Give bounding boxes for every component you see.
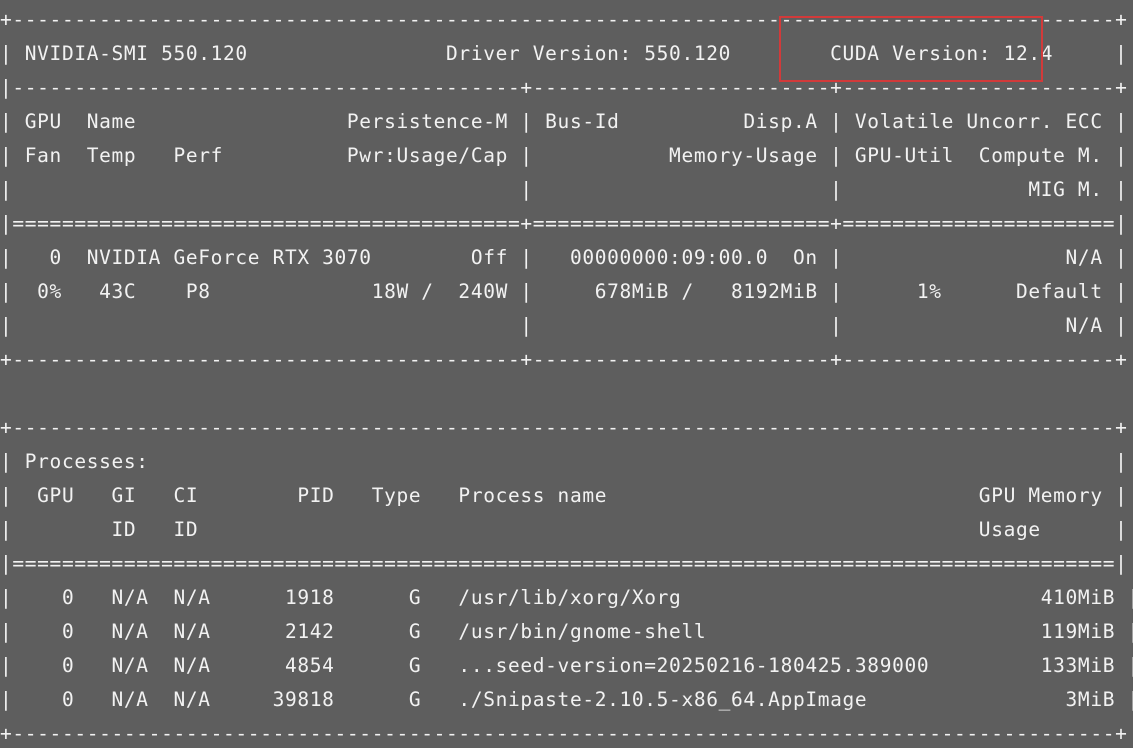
gpu-columns-row-3: | | | MIG M. |: [0, 178, 1128, 201]
process-row: | 0 N/A N/A 1918 G /usr/lib/xorg/Xorg 41…: [0, 586, 1133, 609]
gpu-table-bottom: +---------------------------------------…: [0, 348, 1128, 371]
process-row: | 0 N/A N/A 4854 G ...seed-version=20250…: [0, 654, 1133, 677]
cuda-version-highlight-box: [779, 16, 1043, 82]
processes-title: | Processes: |: [0, 450, 1128, 473]
processes-bottom: +---------------------------------------…: [0, 722, 1128, 745]
processes-columns-1: | GPU GI CI PID Type Process name GPU Me…: [0, 484, 1128, 507]
gpu-row-1: | 0 NVIDIA GeForce RTX 3070 Off | 000000…: [0, 246, 1128, 269]
gpu-header-divider: |=======================================…: [0, 212, 1128, 235]
process-row: | 0 N/A N/A 2142 G /usr/bin/gnome-shell …: [0, 620, 1133, 643]
process-row: | 0 N/A N/A 39818 G ./Snipaste-2.10.5-x8…: [0, 688, 1133, 711]
processes-divider: |=======================================…: [0, 552, 1128, 575]
processes-columns-2: | ID ID Usage |: [0, 518, 1128, 541]
gpu-columns-row-1: | GPU Name Persistence-M | Bus-Id Disp.A…: [0, 110, 1128, 133]
gpu-columns-row-2: | Fan Temp Perf Pwr:Usage/Cap | Memory-U…: [0, 144, 1128, 167]
processes-top: +---------------------------------------…: [0, 416, 1128, 439]
gpu-row-3: | | | N/A |: [0, 314, 1128, 337]
gpu-row-2: | 0% 43C P8 18W / 240W | 678MiB / 8192Mi…: [0, 280, 1128, 303]
terminal-output: +---------------------------------------…: [0, 0, 1133, 748]
